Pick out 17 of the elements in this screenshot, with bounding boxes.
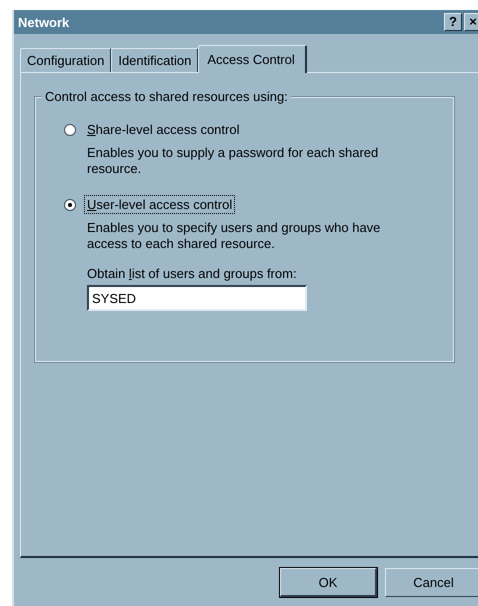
- help-button[interactable]: ?: [444, 13, 462, 31]
- group-title: Control access to shared resources using:: [42, 89, 291, 104]
- radio-button[interactable]: [64, 198, 76, 210]
- option-description: Enables you to specify users and groups who have access to each shared resource.: [87, 220, 382, 252]
- dialog-button[interactable]: OK: [280, 568, 377, 597]
- option-description: Enables you to supply a password for each shared resource.: [87, 145, 380, 177]
- tab[interactable]: Access Control: [198, 45, 307, 73]
- dialog-button[interactable]: Cancel: [385, 568, 478, 597]
- window-title: Network: [18, 14, 70, 30]
- tab[interactable]: Identification: [111, 48, 198, 72]
- radio-label[interactable]: Share-level access control: [84, 120, 242, 139]
- input-field[interactable]: SYSED: [87, 285, 307, 311]
- close-button[interactable]: ×: [464, 13, 478, 31]
- radio-button[interactable]: [64, 124, 76, 136]
- radio-label[interactable]: User-level access control: [84, 195, 236, 214]
- tab[interactable]: Configuration: [20, 48, 112, 72]
- field-label: Obtain list of users and groups from:: [87, 266, 298, 281]
